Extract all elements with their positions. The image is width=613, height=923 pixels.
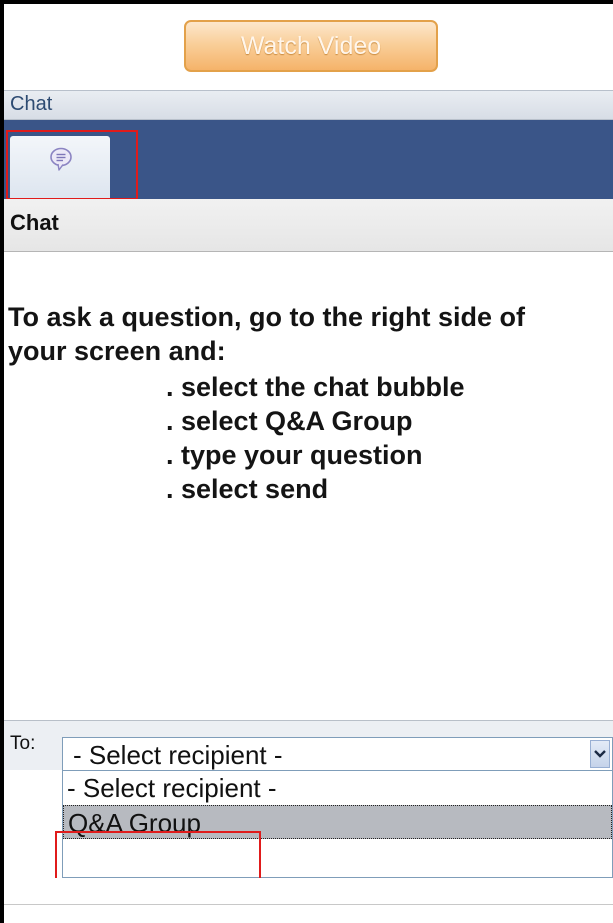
recipient-select[interactable]: - Select recipient - bbox=[62, 737, 613, 771]
bottom-divider bbox=[4, 904, 613, 905]
section-title: Chat bbox=[10, 93, 53, 115]
chat-message-area: To ask a question, go to the right side … bbox=[4, 252, 613, 720]
tab-highlight-box bbox=[6, 130, 138, 200]
chat-panel-header: Chat bbox=[4, 199, 613, 252]
dropdown-option-select-recipient[interactable]: - Select recipient - bbox=[63, 771, 612, 805]
instruction-step: . select send bbox=[166, 474, 329, 504]
instruction-step: . type your question bbox=[166, 440, 423, 470]
instruction-step: . select Q&A Group bbox=[166, 406, 413, 436]
video-toolbar: Watch Video bbox=[4, 4, 613, 90]
instruction-line-1: To ask a question, go to the right side … bbox=[8, 302, 526, 332]
chat-section-header: Chat bbox=[4, 90, 613, 120]
panel-title: Chat bbox=[10, 210, 59, 235]
instruction-line-2: your screen and: bbox=[8, 336, 226, 366]
recipient-select-value: - Select recipient - bbox=[73, 740, 283, 770]
option-highlight-box bbox=[55, 831, 261, 885]
instruction-step: . select the chat bubble bbox=[166, 372, 465, 402]
bottom-area bbox=[4, 878, 613, 923]
dropdown-arrow-button[interactable] bbox=[590, 740, 610, 768]
instruction-steps: . select the chat bubble . select Q&A Gr… bbox=[166, 370, 465, 506]
option-label: - Select recipient - bbox=[67, 773, 277, 803]
watch-video-button[interactable]: Watch Video bbox=[184, 20, 438, 72]
chevron-down-icon bbox=[594, 750, 606, 758]
recipient-bar: To: - Select recipient - bbox=[4, 720, 613, 771]
to-label: To: bbox=[10, 733, 36, 754]
